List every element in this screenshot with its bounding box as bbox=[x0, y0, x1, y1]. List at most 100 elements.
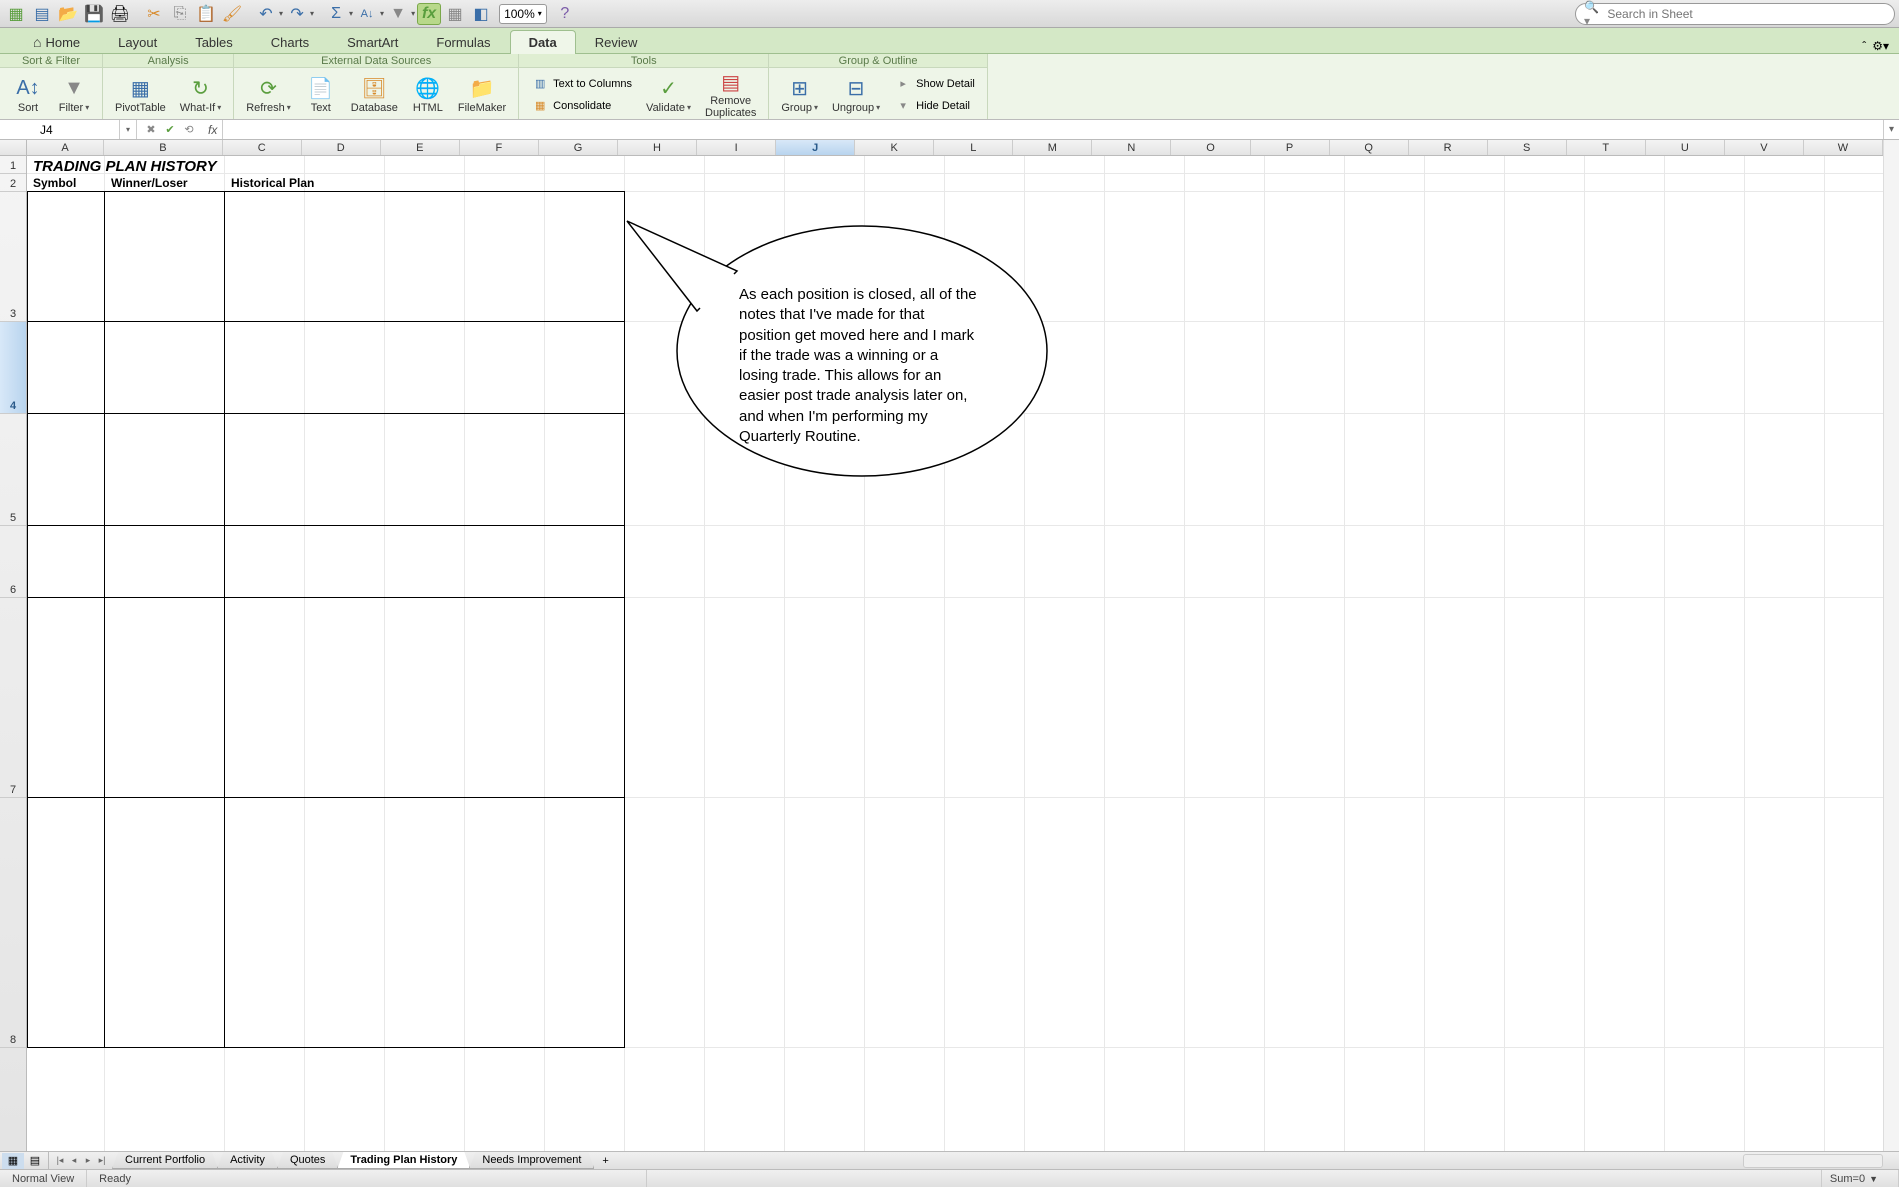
column-header[interactable]: O bbox=[1171, 140, 1250, 155]
group-button[interactable]: ⊞Group▾ bbox=[775, 71, 824, 119]
column-header[interactable]: U bbox=[1646, 140, 1725, 155]
row-header[interactable]: 7 bbox=[0, 598, 26, 798]
column-header[interactable]: R bbox=[1409, 140, 1488, 155]
ungroup-button[interactable]: ⊟Ungroup▾ bbox=[826, 71, 886, 119]
from-text-button[interactable]: 📄Text bbox=[299, 71, 343, 119]
first-sheet-icon[interactable]: |◂ bbox=[53, 1155, 67, 1166]
from-database-button[interactable]: 🗄Database bbox=[345, 71, 404, 119]
column-header[interactable]: H bbox=[618, 140, 697, 155]
cut-icon[interactable]: ✂ bbox=[142, 3, 166, 25]
column-header[interactable]: B bbox=[104, 140, 223, 155]
tab-layout[interactable]: Layout bbox=[99, 30, 176, 54]
row-header[interactable]: 6 bbox=[0, 526, 26, 598]
search-input[interactable] bbox=[1607, 7, 1886, 21]
column-header[interactable]: L bbox=[934, 140, 1013, 155]
column-header[interactable]: S bbox=[1488, 140, 1567, 155]
expand-formula-icon[interactable]: ▾ bbox=[1883, 120, 1899, 139]
fx-toggle-icon[interactable]: fx bbox=[417, 3, 441, 25]
sum-indicator[interactable]: Sum=0▼ bbox=[1821, 1170, 1899, 1187]
row-header[interactable]: 1 bbox=[0, 156, 26, 174]
column-header[interactable]: M bbox=[1013, 140, 1092, 155]
search-box[interactable]: 🔍▾ bbox=[1575, 3, 1895, 25]
sort-az-button[interactable]: A↓▾ bbox=[355, 3, 384, 25]
prev-sheet-icon[interactable]: ◂ bbox=[67, 1155, 81, 1166]
column-header[interactable]: J bbox=[776, 140, 855, 155]
row-header[interactable]: 2 bbox=[0, 174, 26, 192]
media-icon[interactable]: ◧ bbox=[469, 3, 493, 25]
column-header[interactable]: W bbox=[1804, 140, 1883, 155]
tab-data[interactable]: Data bbox=[510, 30, 576, 54]
column-header[interactable]: K bbox=[855, 140, 934, 155]
page-layout-view-icon[interactable]: ▤ bbox=[24, 1153, 46, 1169]
tab-tables[interactable]: Tables bbox=[176, 30, 252, 54]
column-header[interactable]: F bbox=[460, 140, 539, 155]
show-toolbox-icon[interactable]: ▦ bbox=[443, 3, 467, 25]
remove-duplicates-button[interactable]: ▤Remove Duplicates bbox=[699, 71, 762, 119]
tab-formulas[interactable]: Formulas bbox=[417, 30, 509, 54]
print-icon[interactable]: 🖨 bbox=[108, 3, 132, 25]
column-header[interactable]: D bbox=[302, 140, 381, 155]
row-header[interactable]: 5 bbox=[0, 414, 26, 526]
hide-detail-button[interactable]: ▾Hide Detail bbox=[888, 95, 981, 117]
sheet-tab[interactable]: Activity bbox=[217, 1152, 278, 1169]
column-header[interactable]: I bbox=[697, 140, 776, 155]
column-header[interactable]: Q bbox=[1330, 140, 1409, 155]
row-header[interactable]: 3 bbox=[0, 192, 26, 322]
tab-review[interactable]: Review bbox=[576, 30, 657, 54]
text-to-columns-button[interactable]: ▥Text to Columns bbox=[525, 73, 638, 95]
column-header[interactable]: E bbox=[381, 140, 460, 155]
name-box-dropdown[interactable]: ▾ bbox=[120, 120, 137, 139]
filter-button[interactable]: ▼Filter▾ bbox=[52, 71, 96, 119]
show-detail-button[interactable]: ▸Show Detail bbox=[888, 73, 981, 95]
cancel-formula-icon[interactable]: ✖ bbox=[143, 122, 159, 138]
validate-button[interactable]: ✓Validate▾ bbox=[640, 71, 697, 119]
column-header[interactable]: C bbox=[223, 140, 302, 155]
refresh-button[interactable]: ⟳Refresh▾ bbox=[240, 71, 297, 119]
undo-button[interactable]: ↶▾ bbox=[254, 3, 283, 25]
filter-quick-button[interactable]: ▼▾ bbox=[386, 3, 415, 25]
column-header[interactable]: P bbox=[1251, 140, 1330, 155]
autosum-button[interactable]: Σ▾ bbox=[324, 3, 353, 25]
tab-charts[interactable]: Charts bbox=[252, 30, 328, 54]
next-sheet-icon[interactable]: ▸ bbox=[81, 1155, 95, 1166]
help-icon[interactable]: ? bbox=[553, 3, 577, 25]
column-header[interactable]: A bbox=[27, 140, 104, 155]
paste-icon[interactable]: 📋 bbox=[194, 3, 218, 25]
zoom-selector[interactable]: 100%▾ bbox=[499, 4, 547, 24]
last-sheet-icon[interactable]: ▸| bbox=[95, 1155, 109, 1166]
formula-input[interactable] bbox=[222, 120, 1883, 139]
spreadsheet-grid[interactable]: ABCDEFGHIJKLMNOPQRSTUVW 12345678 TRADING… bbox=[0, 140, 1899, 1151]
tab-smartart[interactable]: SmartArt bbox=[328, 30, 417, 54]
new-icon[interactable]: ▤ bbox=[30, 3, 54, 25]
from-html-button[interactable]: 🌐HTML bbox=[406, 71, 450, 119]
column-header[interactable]: G bbox=[539, 140, 618, 155]
pivottable-button[interactable]: ▦PivotTable bbox=[109, 71, 172, 119]
ribbon-settings-icon[interactable]: ⚙▾ bbox=[1872, 39, 1889, 53]
accept-formula-icon[interactable]: ✔ bbox=[162, 122, 178, 138]
formula-builder-icon[interactable]: ⟲ bbox=[181, 122, 197, 138]
column-header[interactable]: V bbox=[1725, 140, 1804, 155]
open-icon[interactable]: 📂 bbox=[56, 3, 80, 25]
normal-view-icon[interactable]: ▦ bbox=[2, 1153, 24, 1169]
sheet-tab[interactable]: Current Portfolio bbox=[112, 1152, 218, 1169]
collapse-ribbon-icon[interactable]: ˆ bbox=[1862, 39, 1866, 53]
sheet-tab[interactable]: Trading Plan History bbox=[337, 1152, 470, 1169]
sort-button[interactable]: A↕Sort bbox=[6, 71, 50, 119]
vertical-scrollbar[interactable] bbox=[1883, 140, 1899, 1151]
sheet-tab[interactable]: Needs Improvement bbox=[469, 1152, 594, 1169]
whatif-button[interactable]: ↻What-If▾ bbox=[174, 71, 227, 119]
column-header[interactable]: T bbox=[1567, 140, 1646, 155]
row-header[interactable]: 4 bbox=[0, 322, 26, 414]
add-sheet-button[interactable]: + bbox=[594, 1153, 616, 1169]
cells-area[interactable]: TRADING PLAN HISTORYSymbolWinner/LoserHi… bbox=[27, 156, 1883, 1151]
excel-icon[interactable]: ▦ bbox=[4, 3, 28, 25]
format-painter-icon[interactable]: 🖌 bbox=[220, 3, 244, 25]
sheet-tab[interactable]: Quotes bbox=[277, 1152, 338, 1169]
name-box[interactable]: J4 bbox=[0, 120, 120, 139]
column-header[interactable]: N bbox=[1092, 140, 1171, 155]
row-header[interactable]: 8 bbox=[0, 798, 26, 1048]
horizontal-scrollbar[interactable] bbox=[1743, 1154, 1883, 1168]
tab-home[interactable]: Home bbox=[14, 29, 99, 54]
from-filemaker-button[interactable]: 📁FileMaker bbox=[452, 71, 512, 119]
copy-icon[interactable]: ⎘ bbox=[168, 3, 192, 25]
